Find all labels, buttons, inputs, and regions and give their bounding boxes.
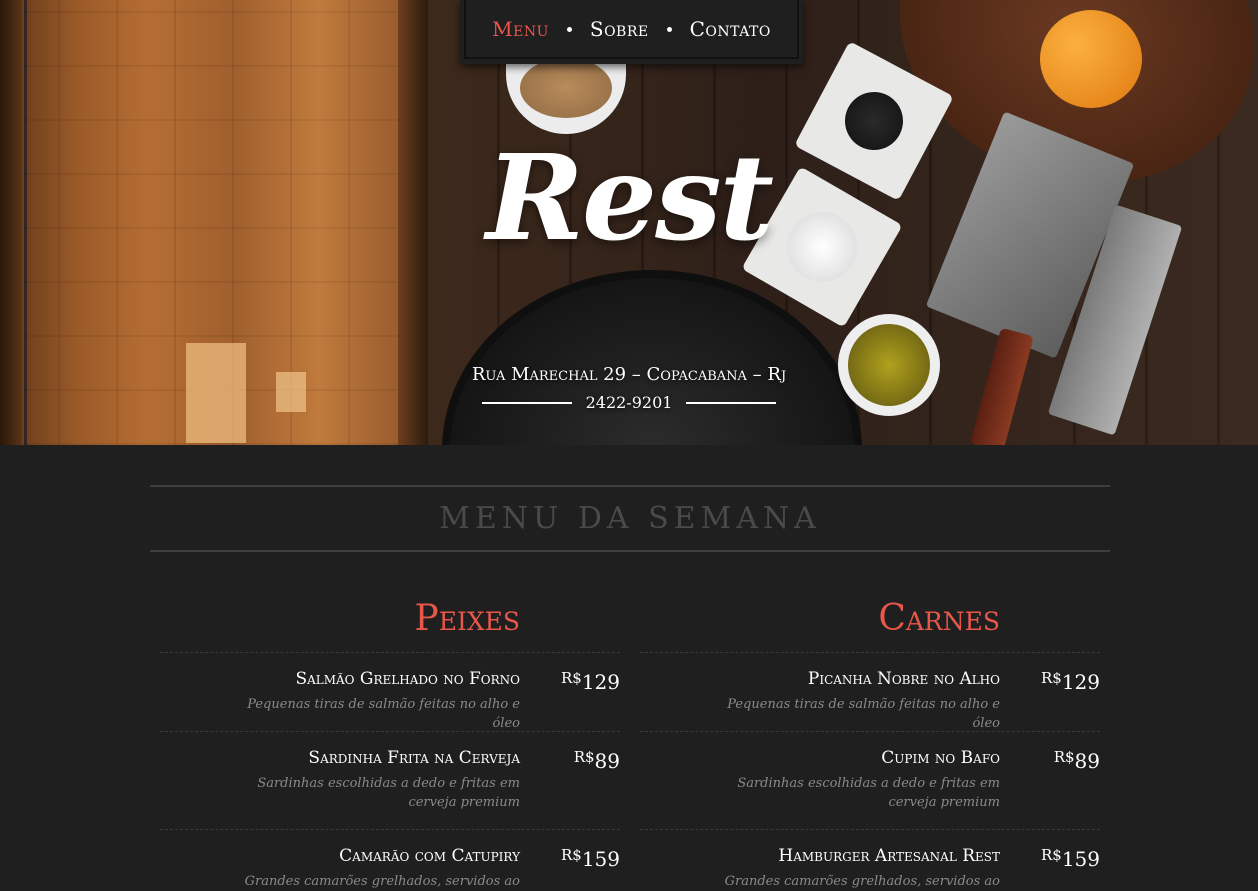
menu-column-carnes: Carnes Picanha Nobre no Alho Pequenas ti… (640, 590, 1100, 891)
hero-banner: Menu Sobre Contato Rest Rua Marechal 29 … (0, 0, 1258, 445)
phone-number: 2422-9201 (585, 393, 673, 412)
item-price: R$159 (1041, 846, 1100, 871)
section-divider-bottom (150, 550, 1110, 552)
item-description: Pequenas tiras de salmão feitas no alho … (727, 697, 1000, 731)
currency-symbol: R$ (1040, 669, 1062, 687)
item-description: Sardinhas escolhidas a dedo e fritas em … (257, 776, 520, 810)
column-title: Carnes (878, 598, 1000, 639)
nav-item-contato[interactable]: Contato (690, 17, 771, 41)
price-value: 129 (581, 670, 620, 694)
menu-item: Salmão Grelhado no Forno Pequenas tiras … (160, 652, 620, 731)
nav-item-sobre[interactable]: Sobre (590, 17, 649, 41)
price-value: 159 (1061, 847, 1100, 871)
menu-item: Picanha Nobre no Alho Pequenas tiras de … (640, 652, 1100, 731)
currency-symbol: R$ (1040, 846, 1062, 864)
menu-item: Hamburger Artesanal Rest Grandes camarõe… (640, 829, 1100, 891)
phone-row: 2422-9201 (0, 393, 1258, 412)
item-price: R$129 (561, 669, 620, 694)
top-nav: Menu Sobre Contato (460, 0, 803, 64)
nav-separator-dot (666, 27, 672, 32)
item-price: R$89 (1054, 748, 1100, 773)
menu-item: Sardinha Frita na Cerveja Sardinhas esco… (160, 731, 620, 829)
section-divider-top (150, 485, 1110, 487)
menu-item: Camarão com Catupiry Grandes camarões gr… (160, 829, 620, 891)
price-value: 159 (581, 847, 620, 871)
column-title: Peixes (414, 598, 520, 639)
nav-inner: Menu Sobre Contato (464, 0, 799, 59)
item-description: Sardinhas escolhidas a dedo e fritas em … (737, 776, 1000, 810)
orange-image (1040, 10, 1142, 108)
item-name: Camarão com Catupiry (339, 846, 520, 866)
item-name: Cupim no Bafo (881, 748, 1000, 768)
nav-separator-dot (566, 27, 572, 32)
price-value: 89 (594, 749, 620, 773)
divider-line (481, 401, 572, 404)
currency-symbol: R$ (560, 846, 582, 864)
section-title: MENU DA SEMANA (439, 501, 821, 536)
address-text: Rua Marechal 29 – Copacabana – Rj (471, 364, 787, 385)
price-value: 89 (1074, 749, 1100, 773)
item-name: Salmão Grelhado no Forno (295, 669, 520, 689)
restaurant-logo: Rest (485, 128, 774, 267)
divider-line (686, 401, 777, 404)
item-price: R$129 (1041, 669, 1100, 694)
item-name: Picanha Nobre no Alho (807, 669, 1000, 689)
currency-symbol: R$ (573, 748, 595, 766)
item-description: Grandes camarões grelhados, servidos ao (724, 874, 1000, 889)
menu-item: Cupim no Bafo Sardinhas escolhidas a ded… (640, 731, 1100, 829)
item-description: Pequenas tiras de salmão feitas no alho … (247, 697, 520, 731)
item-name: Hamburger Artesanal Rest (778, 846, 1000, 866)
item-price: R$89 (574, 748, 620, 773)
item-description: Grandes camarões grelhados, servidos ao (244, 874, 520, 889)
price-value: 129 (1061, 670, 1100, 694)
item-price: R$159 (561, 846, 620, 871)
currency-symbol: R$ (1053, 748, 1075, 766)
menu-column-peixes: Peixes Salmão Grelhado no Forno Pequenas… (160, 590, 620, 891)
nav-item-menu[interactable]: Menu (492, 17, 549, 41)
item-name: Sardinha Frita na Cerveja (308, 748, 520, 768)
currency-symbol: R$ (560, 669, 582, 687)
